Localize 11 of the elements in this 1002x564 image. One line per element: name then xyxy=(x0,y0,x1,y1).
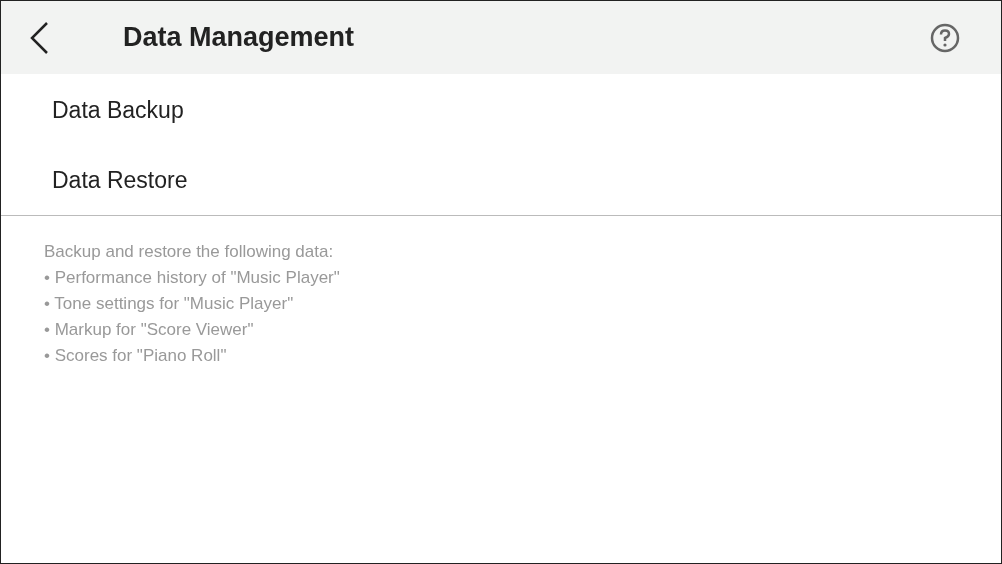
menu-item[interactable]: Data Backup xyxy=(1,75,1001,145)
description-line: • Performance history of "Music Player" xyxy=(44,267,341,289)
back-icon xyxy=(29,20,49,55)
menu-item[interactable]: Data Restore xyxy=(1,145,1001,215)
help-button[interactable] xyxy=(929,21,961,54)
description-heading: Backup and restore the following data: xyxy=(44,241,335,263)
page-title: Data Management xyxy=(123,21,355,55)
description-line: • Scores for "Piano Roll" xyxy=(44,345,228,367)
description-line: • Markup for "Score Viewer" xyxy=(44,319,255,341)
help-icon xyxy=(930,22,960,53)
description-line: • Tone settings for "Music Player" xyxy=(44,293,295,315)
